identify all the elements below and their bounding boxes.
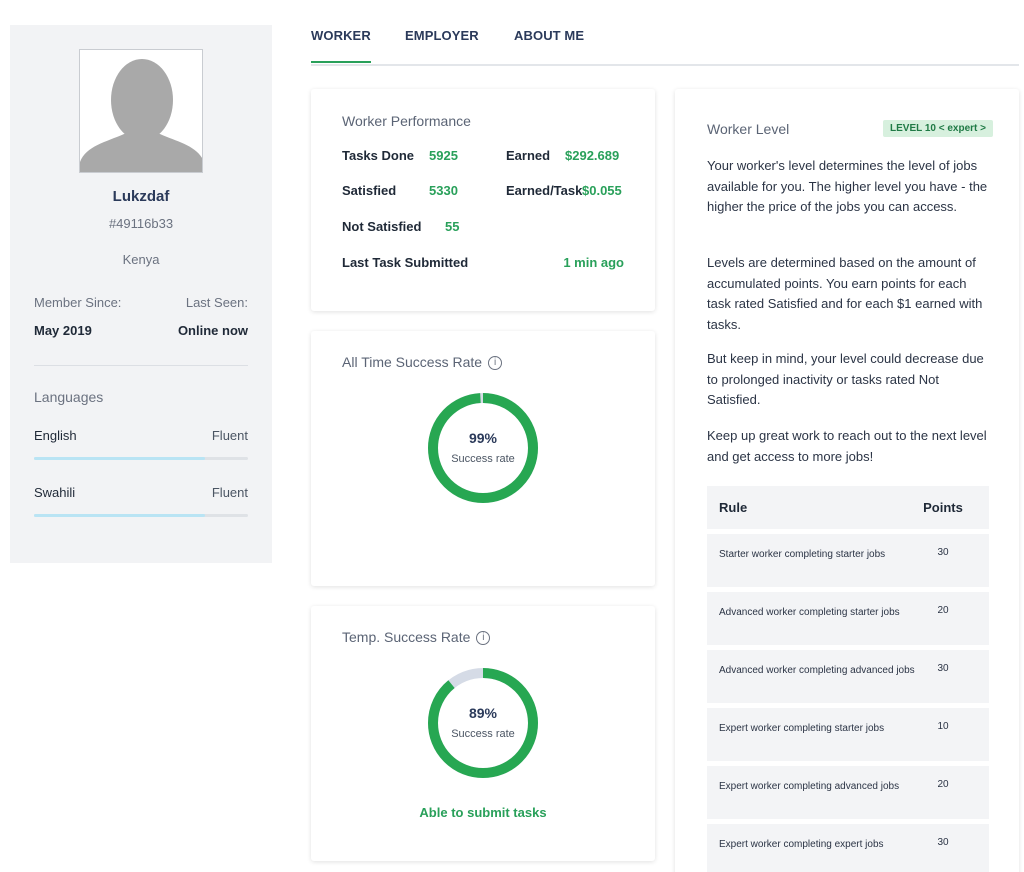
rule-points: 30 [937, 837, 949, 848]
level-badge: LEVEL 10 < expert > [883, 120, 993, 137]
temp-sub: Success rate [451, 728, 515, 740]
submit-status: Able to submit tasks [419, 805, 547, 820]
rule-points: 20 [937, 605, 949, 616]
profile-sidebar: Lukzdaf #49116b33 Kenya Member Since: La… [10, 25, 272, 563]
all-time-success-card: All Time Success Rate i 99% Success rate [311, 331, 655, 586]
tasks-done-label: Tasks Done [342, 148, 415, 163]
language-proficiency-bar [34, 514, 248, 517]
meta-labels: Member Since: Last Seen: [34, 295, 248, 310]
all-time-ring: 99% Success rate [427, 392, 539, 504]
username: Lukzdaf [112, 188, 170, 205]
earned-label: Earned [506, 148, 551, 163]
rule-points: 30 [937, 663, 949, 674]
language-proficiency-fill [34, 514, 206, 517]
rule-points: 10 [937, 721, 949, 732]
rules-header-points: Points [923, 500, 963, 515]
table-row: Expert worker completing starter jobs 10 [707, 708, 989, 761]
level-paragraph: Your worker's level determines the level… [707, 158, 988, 214]
user-id: #49116b33 [108, 216, 174, 231]
temp-percent: 89% [468, 705, 498, 721]
member-since-label: Member Since: [34, 295, 122, 310]
satisfied-value: 5330 [429, 183, 458, 198]
tab-worker[interactable]: WORKER [311, 28, 371, 63]
language-level: Fluent [211, 485, 248, 500]
ring-progress [428, 668, 538, 778]
ring-progress [428, 393, 538, 503]
not-satisfied-label: Not Satisfied [342, 219, 422, 234]
language-item: Swahili Fluent [34, 485, 248, 500]
divider [34, 365, 248, 366]
table-row: Expert worker completing expert jobs 30 [707, 824, 989, 872]
avatar [79, 49, 203, 173]
level-paragraph: But keep in mind, your level could decre… [707, 351, 984, 407]
language-name: Swahili [34, 485, 76, 500]
language-proficiency-fill [34, 457, 206, 460]
last-seen-value: Online now [177, 323, 248, 338]
last-task-label: Last Task Submitted [342, 255, 469, 270]
info-icon[interactable]: i [488, 356, 503, 371]
satisfied-label: Satisfied [342, 183, 397, 198]
languages-title: Languages [34, 389, 104, 405]
worker-level-card: Worker Level LEVEL 10 < expert > Your wo… [675, 89, 1019, 872]
temp-ring: 89% Success rate [427, 667, 539, 779]
profile-tabs: WORKER EMPLOYER ABOUT ME [311, 0, 1019, 66]
country: Kenya [122, 252, 160, 267]
meta-values: May 2019 Online now [34, 323, 248, 338]
rule-points: 20 [937, 779, 949, 790]
rule-text: Expert worker completing advanced jobs [719, 781, 900, 792]
rule-text: Advanced worker completing advanced jobs [719, 665, 915, 676]
all-time-title: All Time Success Rate [342, 354, 483, 370]
table-row: Starter worker completing starter jobs 3… [707, 534, 989, 587]
language-name: English [34, 428, 77, 443]
language-proficiency-bar [34, 457, 248, 460]
all-time-percent: 99% [468, 430, 498, 446]
rule-text: Advanced worker completing starter jobs [719, 607, 900, 618]
last-seen-label: Last Seen: [185, 295, 248, 310]
temp-title-row: Temp. Success Rate i [342, 629, 491, 646]
success-rate-ring [428, 668, 538, 778]
member-since-value: May 2019 [34, 323, 92, 338]
all-time-title-row: All Time Success Rate i [342, 354, 503, 371]
temp-title: Temp. Success Rate [342, 629, 471, 645]
not-satisfied-value: 55 [445, 219, 460, 234]
rules-table: Rule Points Starter worker completing st… [707, 486, 989, 872]
success-rate-ring [428, 393, 538, 503]
worker-performance-card: Worker Performance Tasks Done 5925 Earne… [311, 89, 655, 311]
performance-title: Worker Performance [342, 113, 471, 129]
table-row: Advanced worker completing starter jobs … [707, 592, 989, 645]
table-row: Expert worker completing advanced jobs 2… [707, 766, 989, 819]
earned-value: $292.689 [565, 148, 620, 163]
tab-about-me[interactable]: ABOUT ME [514, 28, 584, 43]
rule-text: Expert worker completing expert jobs [719, 839, 884, 850]
level-paragraph: Keep up great work to reach out to the n… [707, 428, 987, 464]
rule-text: Starter worker completing starter jobs [719, 549, 886, 560]
user-silhouette-icon [80, 50, 202, 172]
rules-header-rule: Rule [719, 500, 748, 515]
info-icon[interactable]: i [476, 631, 491, 646]
last-task-value: 1 min ago [563, 255, 624, 270]
rule-text: Expert worker completing starter jobs [719, 723, 885, 734]
language-level: Fluent [211, 428, 248, 443]
level-paragraph: Levels are determined based on the amoun… [707, 255, 983, 332]
rule-points: 30 [937, 547, 949, 558]
table-row: Advanced worker completing advanced jobs… [707, 650, 989, 703]
rules-header: Rule Points [707, 486, 989, 529]
level-title: Worker Level [707, 121, 790, 137]
temp-success-card: Temp. Success Rate i 89% Success rate Abl… [311, 606, 655, 861]
all-time-sub: Success rate [451, 453, 515, 465]
tasks-done-value: 5925 [429, 148, 458, 163]
language-item: English Fluent [34, 428, 248, 443]
earned-per-task-value: $0.055 [582, 183, 622, 198]
earned-per-task-label: Earned/Task [506, 183, 583, 198]
tab-employer[interactable]: EMPLOYER [405, 28, 479, 43]
